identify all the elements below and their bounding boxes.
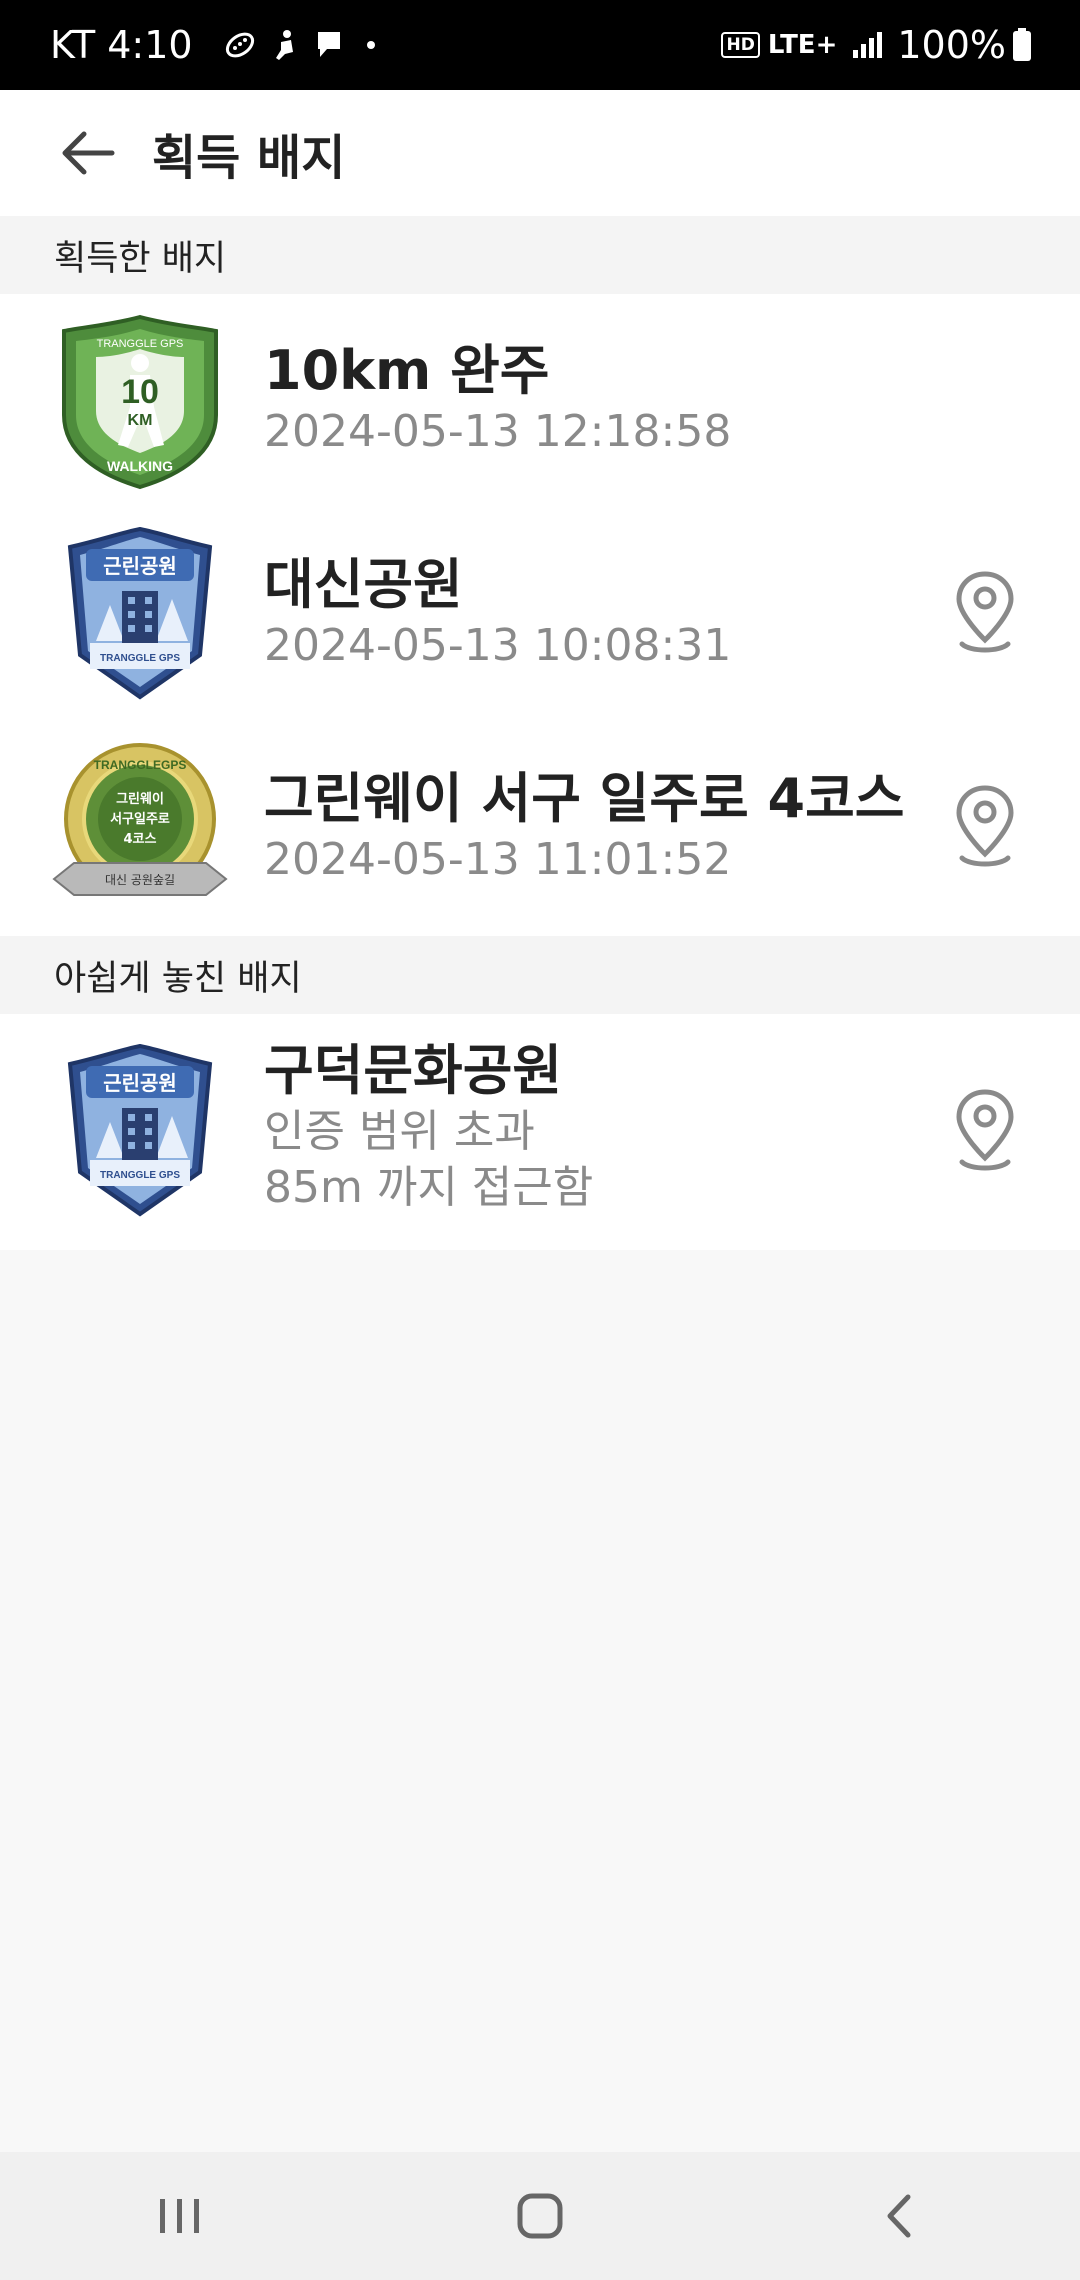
badge-text: TRANGGLEGPS [94, 758, 187, 772]
chevron-left-icon [887, 2194, 911, 2238]
badge-title: 대신공원 [264, 553, 463, 616]
badge-text: 서구일주로 [110, 812, 170, 827]
badge-date: 2024-05-13 10:08:31 [264, 620, 732, 671]
badge-text: 근린공원 [103, 1071, 177, 1095]
neighborhood-park-badge-icon: 근린공원 TRANGGLE GPS [67, 526, 213, 700]
missed-badge-list: 근린공원 TRANGGLE GPS 구덕문화공원 인증 범위 초과 85m 까지… [0, 1014, 1080, 1250]
list-item[interactable]: 근린공원 TRANGGLE GPS 구덕문화공원 인증 범위 초과 85m 까지… [0, 1014, 1080, 1250]
carrier-time: KT 4:10 [50, 23, 193, 67]
recent-apps-button[interactable] [120, 2166, 240, 2266]
battery-percent: 100% [897, 23, 1006, 67]
list-item[interactable]: TRANGGLEGPS 그린웨이 서구일주로 4코스 대신 공원숲길 그린웨이 … [0, 722, 1080, 936]
badge-text: 4코스 [124, 832, 157, 847]
location-pin-icon[interactable] [950, 1086, 1020, 1176]
missed-distance: 85m 까지 접근함 [264, 1162, 594, 1213]
back-nav-button[interactable] [840, 2166, 960, 2266]
location-pin-icon[interactable] [950, 568, 1020, 658]
home-icon [517, 2193, 563, 2239]
badge-text: KM [128, 412, 153, 429]
shoe-icon [223, 28, 257, 62]
badge-title: 그린웨이 서구 일주로 4코스 [264, 767, 905, 830]
badge-date: 2024-05-13 12:18:58 [264, 406, 732, 457]
badge-title: 구덕문화공원 [264, 1039, 563, 1102]
missed-reason: 인증 범위 초과 [264, 1106, 535, 1157]
arrow-left-icon [62, 131, 115, 175]
message-icon [315, 29, 343, 61]
list-item[interactable]: 10 KM TRANGGLE GPS WALKING 10km 완주 2024-… [0, 294, 1080, 508]
greenway-course-badge-icon: TRANGGLEGPS 그린웨이 서구일주로 4코스 대신 공원숲길 [52, 743, 228, 896]
home-button[interactable] [480, 2166, 600, 2266]
battery-icon [1012, 28, 1032, 62]
hd-voice-icon: HD [721, 32, 760, 58]
recent-apps-icon [160, 2199, 199, 2233]
missed-section-header: 아쉽게 놓친 배지 [0, 936, 1080, 1014]
badge-date: 2024-05-13 11:01:52 [264, 834, 732, 885]
hiking-icon [271, 28, 301, 62]
status-bar: KT 4:10 HD LTE+ 100% [0, 0, 1080, 90]
badge-text: 그린웨이 [116, 791, 164, 807]
badge-text: 10 [121, 373, 159, 411]
badge-title: 10km 완주 [264, 339, 550, 402]
earned-section-header: 획득한 배지 [0, 216, 1080, 294]
navigation-bar [0, 2152, 1080, 2280]
earned-badge-list: 10 KM TRANGGLE GPS WALKING 10km 완주 2024-… [0, 294, 1080, 936]
back-button[interactable] [48, 113, 128, 193]
badge-text: WALKING [107, 458, 173, 474]
neighborhood-park-badge-icon: 근린공원 TRANGGLE GPS [67, 1043, 213, 1217]
badge-text: 근린공원 [103, 554, 177, 578]
page-title: 획득 배지 [152, 130, 346, 186]
badge-text: 대신 공원숲길 [105, 873, 175, 887]
walking-10km-badge-icon: 10 KM TRANGGLE GPS WALKING [62, 314, 218, 490]
app-bar: 획득 배지 [0, 90, 1080, 216]
notification-dot-icon [357, 35, 385, 55]
badge-text: TRANGGLE GPS [100, 653, 180, 664]
location-pin-icon[interactable] [950, 782, 1020, 872]
badge-text: TRANGGLE GPS [100, 1170, 180, 1181]
list-item[interactable]: 근린공원 TRANGGLE GPS 대신공원 2024-05-13 10:08:… [0, 508, 1080, 722]
network-type: LTE+ [767, 30, 838, 60]
badge-text: TRANGGLE GPS [97, 338, 184, 350]
signal-icon [851, 30, 885, 60]
